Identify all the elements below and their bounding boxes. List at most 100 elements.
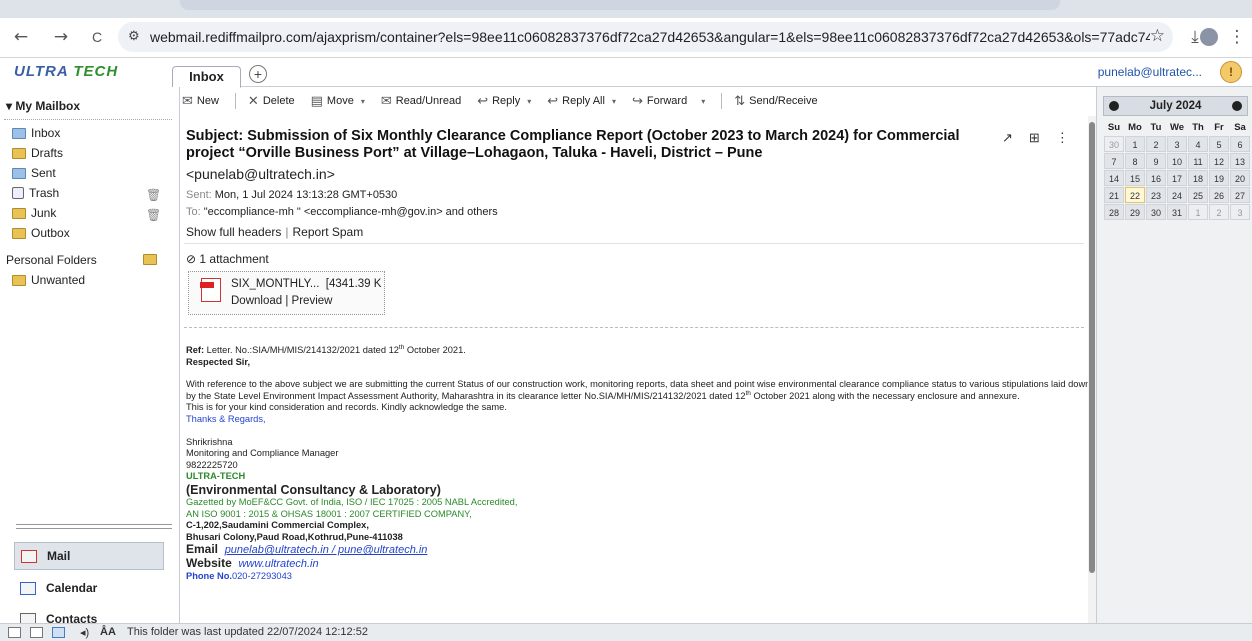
email-link[interactable]: punelab@ultratech.in / pune@ultratech.in — [225, 544, 428, 556]
move-icon: ▤ — [310, 93, 323, 109]
calendar-day[interactable]: 6 — [1230, 136, 1250, 152]
more-options-icon[interactable]: ⋮ — [1056, 130, 1069, 146]
forward-button[interactable]: ↪ Forward ▾ — [632, 94, 705, 109]
calendar-day[interactable]: 13 — [1230, 153, 1250, 169]
calendar-day[interactable]: 28 — [1104, 204, 1124, 220]
calendar-day[interactable]: 27 — [1230, 187, 1250, 203]
send-receive-button[interactable]: ⇅ Send/Receive — [734, 94, 817, 109]
read-unread-button[interactable]: ✉ Read/Unread — [381, 94, 461, 109]
view-split-icon[interactable] — [30, 626, 43, 638]
to-recipients[interactable]: "eccompliance-mh " <eccompliance-mh@gov.… — [204, 206, 498, 218]
calendar-day[interactable]: 30 — [1146, 204, 1166, 220]
empty-trash-icon[interactable]: 🗑 — [146, 188, 161, 202]
folder-unwanted[interactable]: Unwanted — [12, 273, 85, 287]
popout-icon[interactable]: ↗ — [1002, 130, 1013, 146]
calendar-day[interactable]: 15 — [1125, 170, 1145, 186]
calendar-day[interactable]: 31 — [1167, 204, 1187, 220]
calendar-day[interactable]: 24 — [1167, 187, 1187, 203]
browser-tab[interactable] — [180, 0, 1060, 10]
calendar-day[interactable]: 23 — [1146, 187, 1166, 203]
folder-outbox[interactable]: Outbox — [12, 226, 70, 240]
salutation: Respected Sir, — [186, 356, 251, 367]
reply-all-button[interactable]: ↩ Reply All ▾ — [547, 94, 616, 109]
calendar-day[interactable]: 30 — [1104, 136, 1124, 152]
folder-junk[interactable]: Junk — [12, 206, 56, 220]
folder-trash[interactable]: Trash — [12, 186, 59, 200]
nav-mail[interactable]: Mail — [14, 542, 164, 570]
calendar-day[interactable]: 7 — [1104, 153, 1124, 169]
tab-inbox[interactable]: Inbox — [172, 66, 241, 88]
user-account-link[interactable]: punelab@ultratec... — [1098, 65, 1202, 79]
forward-button[interactable]: → — [48, 24, 74, 50]
attachment-card[interactable]: SIX_MONTHLY... [4341.39 K Download | Pre… — [188, 271, 385, 315]
pane-splitter[interactable] — [16, 524, 172, 529]
reload-button[interactable]: C — [84, 24, 110, 50]
view-grid-icon[interactable] — [52, 626, 65, 638]
calendar-day[interactable]: 20 — [1230, 170, 1250, 186]
calendar-day[interactable]: 19 — [1209, 170, 1229, 186]
calendar-day[interactable]: 1 — [1188, 204, 1208, 220]
sound-icon[interactable]: ◂) — [80, 626, 89, 639]
calendar-day[interactable]: 9 — [1146, 153, 1166, 169]
empty-junk-icon[interactable]: 🗑 — [146, 208, 161, 222]
calendar-day[interactable]: 2 — [1209, 204, 1229, 220]
calendar-day[interactable]: 12 — [1209, 153, 1229, 169]
calendar-day[interactable]: 5 — [1209, 136, 1229, 152]
next-month-icon[interactable] — [1231, 101, 1242, 111]
prev-month-icon[interactable] — [1109, 101, 1119, 111]
my-mailbox-heading[interactable]: ▾ My Mailbox — [6, 99, 80, 113]
calendar-day[interactable]: 10 — [1167, 153, 1187, 169]
folder-sent[interactable]: Sent — [12, 166, 56, 180]
report-spam-link[interactable]: Report Spam — [293, 225, 364, 239]
calendar-day[interactable]: 8 — [1125, 153, 1145, 169]
url-text[interactable]: webmail.rediffmailpro.com/ajaxprism/cont… — [150, 29, 1150, 45]
calendar-weekday: We — [1169, 122, 1185, 133]
folder-drafts[interactable]: Drafts — [12, 146, 63, 160]
ref-post: October 2021. — [404, 345, 466, 355]
personal-folders-heading[interactable]: Personal Folders — [6, 253, 97, 267]
site-info-icon[interactable]: ⚙ — [128, 28, 140, 44]
calendar-day[interactable]: 3 — [1167, 136, 1187, 152]
calendar-day[interactable]: 17 — [1167, 170, 1187, 186]
calendar-day[interactable]: 18 — [1188, 170, 1208, 186]
calendar-weekday: Tu — [1150, 122, 1162, 133]
attachment-name[interactable]: SIX_MONTHLY... — [231, 278, 319, 290]
add-folder-icon[interactable] — [143, 254, 157, 265]
folder-inbox[interactable]: Inbox — [12, 126, 60, 140]
calendar-day[interactable]: 14 — [1104, 170, 1124, 186]
calendar-day[interactable]: 3 — [1230, 204, 1250, 220]
calendar-day[interactable]: 29 — [1125, 204, 1145, 220]
address-bar[interactable]: ⚙ webmail.rediffmailpro.com/ajaxprism/co… — [118, 22, 1173, 52]
delete-button[interactable]: ✕ Delete — [248, 94, 295, 109]
calendar-day[interactable]: 2 — [1146, 136, 1166, 152]
sender-address[interactable]: <punelab@ultratech.in> — [186, 166, 335, 182]
font-size-icon[interactable]: ÅA — [100, 626, 116, 638]
expand-icon[interactable]: ⊞ — [1029, 130, 1040, 146]
calendar-day[interactable]: 25 — [1188, 187, 1208, 203]
nav-calendar[interactable]: Calendar — [14, 574, 164, 602]
calendar-day[interactable]: 26 — [1209, 187, 1229, 203]
back-button[interactable]: ← — [8, 24, 34, 50]
calendar-day[interactable]: 16 — [1146, 170, 1166, 186]
profile-avatar[interactable] — [1200, 28, 1218, 46]
download-link[interactable]: Download — [231, 295, 282, 307]
bookmark-star-icon[interactable]: ☆ — [1150, 26, 1165, 46]
view-list-icon[interactable] — [8, 626, 21, 638]
browser-menu-icon[interactable]: ⋮ — [1224, 24, 1250, 50]
calendar-day[interactable]: 11 — [1188, 153, 1208, 169]
move-button[interactable]: ▤ Move ▾ — [311, 94, 365, 109]
subject-line-1: Subject: Submission of Six Monthly Clear… — [186, 128, 960, 144]
warning-icon[interactable]: ! — [1220, 61, 1242, 83]
website-link[interactable]: www.ultratech.in — [238, 558, 318, 570]
message-scrollbar[interactable] — [1088, 116, 1096, 623]
preview-link[interactable]: Preview — [292, 295, 333, 307]
add-tab-button[interactable]: + — [249, 65, 267, 83]
scrollbar-thumb[interactable] — [1089, 122, 1095, 573]
reply-button[interactable]: ↩ Reply ▾ — [477, 94, 531, 109]
calendar-day[interactable]: 22 — [1125, 187, 1145, 203]
calendar-day[interactable]: 4 — [1188, 136, 1208, 152]
calendar-day[interactable]: 21 — [1104, 187, 1124, 203]
show-full-headers-link[interactable]: Show full headers — [186, 225, 281, 239]
calendar-day[interactable]: 1 — [1125, 136, 1145, 152]
new-button[interactable]: ✉ New — [182, 94, 219, 109]
